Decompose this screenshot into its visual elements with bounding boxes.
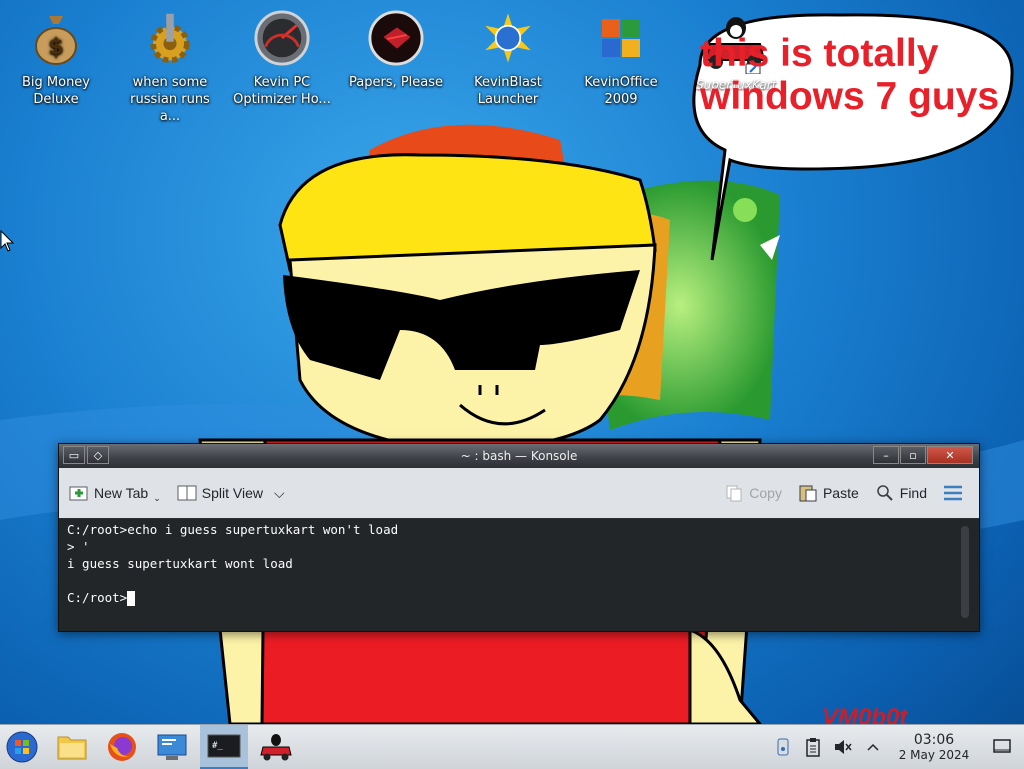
maximize-button[interactable]: ▫ <box>900 446 926 464</box>
hamburger-menu-icon <box>943 483 963 503</box>
mouse-cursor-icon <box>0 230 14 252</box>
terminal-prompt-line: C:/root> <box>67 589 971 606</box>
chevron-down-icon: ⌵ <box>273 484 285 501</box>
clock-time: 03:06 <box>913 731 955 748</box>
taskbar-file-manager[interactable] <box>50 725 94 769</box>
firefox-icon <box>108 733 136 761</box>
split-view-button[interactable]: Split View ⌵ <box>177 483 285 503</box>
chevron-up-icon <box>867 743 879 751</box>
new-tab-button[interactable]: New Tab ⌄ <box>69 483 161 504</box>
money-bag-icon: $ <box>28 8 84 68</box>
desktop-icon-label: when some russian runs a... <box>130 75 210 124</box>
tray-clipboard[interactable] <box>798 737 828 757</box>
artist-signature: VM0b0t <box>822 704 908 724</box>
desktop-icon-label: Big Money Deluxe <box>21 75 90 107</box>
taskbar-supertuxkart[interactable] <box>254 725 298 769</box>
desktop-icon-label: KevinOffice 2009 <box>584 75 658 107</box>
minimize-button[interactable]: – <box>873 446 899 464</box>
find-button[interactable]: Find <box>875 483 927 503</box>
copy-label: Copy <box>749 485 782 501</box>
tray-clipboard-manager[interactable] <box>768 737 798 757</box>
terminal-prompt: C:/root> <box>67 590 128 605</box>
copy-icon <box>724 483 744 503</box>
desktop-icon-label: KevinBlast Launcher <box>474 75 542 107</box>
split-view-icon <box>177 483 197 503</box>
terminal-output[interactable]: C:/root>echo i guess supertuxkart won't … <box>59 519 979 631</box>
taskbar-firefox[interactable] <box>100 725 144 769</box>
terminal-line: C:/root>echo i guess supertuxkart won't … <box>67 522 399 537</box>
paste-icon <box>798 483 818 503</box>
usb-device-icon <box>777 738 789 756</box>
copy-button[interactable]: Copy <box>724 483 782 503</box>
desktop: $ Big Money Deluxe when some russian run… <box>0 0 1024 724</box>
globe-burst-icon <box>480 8 536 68</box>
terminal-cursor <box>127 591 136 606</box>
supertuxkart-icon <box>260 734 292 761</box>
gear-icon <box>142 8 198 68</box>
system-settings-icon <box>157 734 187 760</box>
desktop-icon-kevin-pc-optimizer[interactable]: Kevin PC Optimizer Ho... <box>232 8 332 108</box>
chevron-down-icon: ⌄ <box>153 492 161 503</box>
keep-above-icon[interactable]: ◇ <box>87 446 109 464</box>
new-tab-label: New Tab <box>94 485 149 501</box>
svg-text:#_: #_ <box>212 741 223 751</box>
konsole-toolbar: New Tab ⌄ Split View ⌵ Copy Paste Find <box>59 468 979 518</box>
taskbar-clock[interactable]: 03:06 2 May 2024 <box>892 732 976 763</box>
find-label: Find <box>899 485 927 501</box>
tray-expand[interactable] <box>858 742 888 752</box>
file-manager-icon <box>57 736 87 760</box>
svg-text:$: $ <box>48 35 63 60</box>
terminal-line: i guess supertuxkart wont load <box>67 556 293 571</box>
tray-volume[interactable] <box>828 738 858 756</box>
system-tray: 03:06 2 May 2024 <box>768 725 1024 769</box>
desktop-icon-label: Papers, Please <box>348 75 444 90</box>
clock-date: 2 May 2024 <box>898 747 970 762</box>
start-menu-button[interactable] <box>0 725 44 769</box>
window-titlebar[interactable]: ▭ ◇ ~ : bash — Konsole – ▫ ✕ <box>59 444 979 468</box>
desktop-icon-kevinblast-launcher[interactable]: KevinBlast Launcher <box>458 8 558 108</box>
papers-please-icon <box>368 8 424 68</box>
speech-bubble-text: this is totally windows 7 guys <box>700 32 1000 118</box>
taskbar-konsole[interactable]: #_ <box>200 725 248 769</box>
hamburger-menu-button[interactable] <box>943 483 963 503</box>
paste-label: Paste <box>822 485 859 501</box>
terminal-scrollbar[interactable] <box>961 526 969 618</box>
show-desktop-button[interactable] <box>980 739 1024 755</box>
paste-button[interactable]: Paste <box>798 483 859 503</box>
show-desktop-icon <box>993 739 1011 753</box>
window-title: ~ : bash — Konsole <box>460 449 578 463</box>
close-button[interactable]: ✕ <box>927 446 973 464</box>
taskbar-system-settings[interactable] <box>150 725 194 769</box>
office-icon <box>593 8 649 68</box>
desktop-icon-papers-please[interactable]: Papers, Please <box>346 8 446 91</box>
volume-muted-icon <box>835 740 852 754</box>
konsole-window[interactable]: ▭ ◇ ~ : bash — Konsole – ▫ ✕ New Tab ⌄ S… <box>58 443 980 632</box>
speedometer-icon <box>254 8 310 68</box>
desktop-icon-russian[interactable]: when some russian runs a... <box>120 8 220 125</box>
desktop-icon-big-money-deluxe[interactable]: $ Big Money Deluxe <box>6 8 106 108</box>
desktop-icon-label: Kevin PC Optimizer Ho... <box>233 75 331 107</box>
split-view-label: Split View <box>201 485 263 501</box>
clipboard-icon <box>806 738 820 757</box>
taskbar: #_ 03:06 2 May 2024 <box>0 724 1024 769</box>
search-icon <box>875 483 895 503</box>
start-menu-icon <box>6 731 38 763</box>
new-tab-icon <box>69 483 89 503</box>
terminal-line: > ' <box>67 539 90 554</box>
window-menu-icon[interactable]: ▭ <box>63 446 85 464</box>
desktop-icon-kevinoffice-2009[interactable]: KevinOffice 2009 <box>571 8 671 108</box>
konsole-icon: #_ <box>207 734 241 758</box>
